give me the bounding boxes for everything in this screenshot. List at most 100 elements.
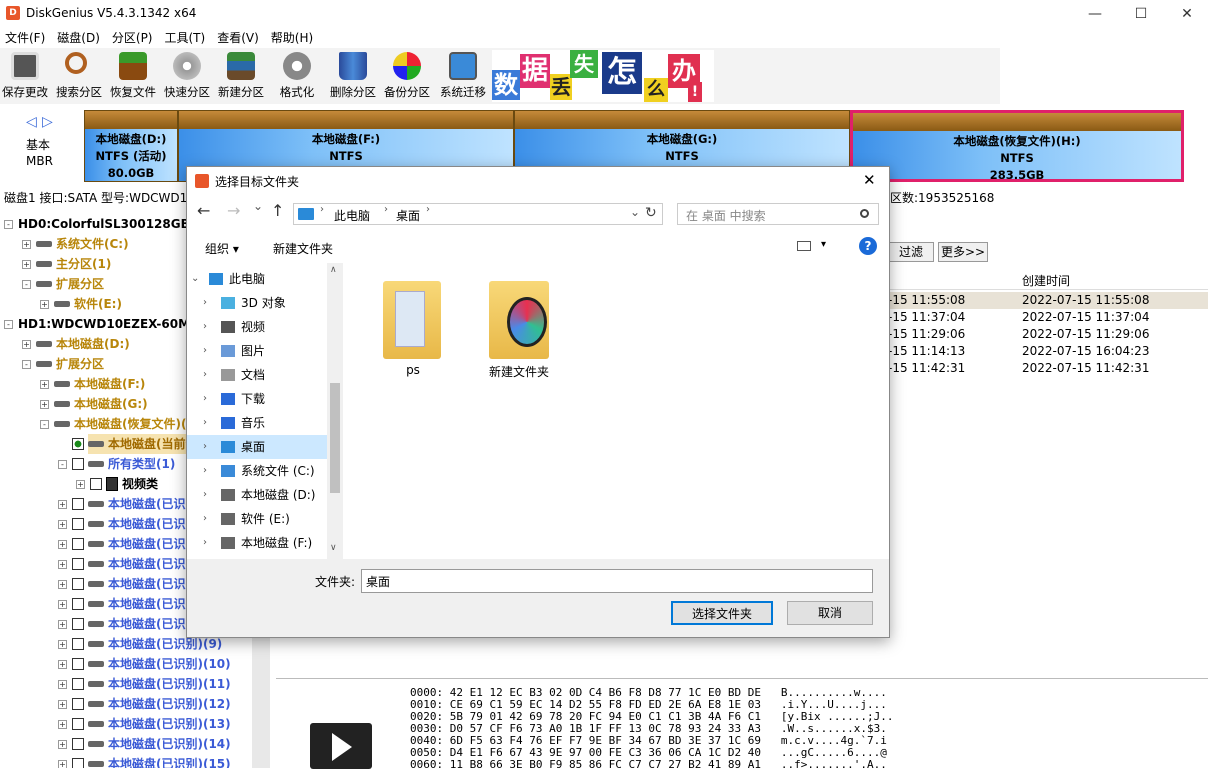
back-icon[interactable]: ← <box>197 201 210 220</box>
nav-item[interactable]: › 软件 (E:) <box>187 507 327 531</box>
expand-icon[interactable]: + <box>40 400 49 409</box>
prev-disk-icon[interactable]: ◁ <box>26 114 37 130</box>
dialog-close-button[interactable]: ✕ <box>863 171 876 189</box>
expand-icon[interactable]: + <box>58 620 67 629</box>
chevron-right-icon[interactable]: › <box>203 507 207 531</box>
expand-icon[interactable]: + <box>58 660 67 669</box>
menu-view[interactable]: 查看(V) <box>212 28 266 48</box>
expand-icon[interactable]: + <box>58 700 67 709</box>
nav-item[interactable]: › 音乐 <box>187 411 327 435</box>
menu-partition[interactable]: 分区(P) <box>107 28 160 48</box>
tree-checkbox[interactable] <box>72 438 84 450</box>
tree-checkbox[interactable] <box>72 738 84 750</box>
expand-icon[interactable]: + <box>22 260 31 269</box>
folder-item[interactable]: ps <box>363 277 463 387</box>
expand-icon[interactable]: + <box>58 520 67 529</box>
tree-checkbox[interactable] <box>72 518 84 530</box>
nav-item[interactable]: › 视频 <box>187 315 327 339</box>
collapse-icon[interactable]: - <box>40 420 49 429</box>
filter-button[interactable]: 过滤 <box>888 242 934 262</box>
nav-scroll-thumb[interactable] <box>330 383 340 493</box>
collapse-icon[interactable]: - <box>4 320 13 329</box>
expand-icon[interactable]: + <box>58 580 67 589</box>
cancel-button[interactable]: 取消 <box>787 601 873 625</box>
tree-checkbox[interactable] <box>72 758 84 768</box>
organize-menu[interactable]: 组织 ▾ <box>205 240 239 257</box>
expand-icon[interactable]: + <box>40 380 49 389</box>
nav-item[interactable]: › 系统文件 (C:) <box>187 459 327 483</box>
close-button[interactable]: ✕ <box>1164 0 1208 28</box>
collapse-icon[interactable]: - <box>22 360 31 369</box>
search-partition-button[interactable]: 搜索分区 <box>54 48 104 102</box>
expand-icon[interactable]: + <box>76 480 85 489</box>
delete-partition-button[interactable]: 删除分区 <box>328 48 378 102</box>
path-desktop[interactable]: 桌面 <box>396 207 420 224</box>
backup-partition-button[interactable]: 备份分区 <box>382 48 432 102</box>
expand-icon[interactable]: + <box>22 240 31 249</box>
expand-icon[interactable]: + <box>58 680 67 689</box>
partition-block-d[interactable]: 本地磁盘(D:) NTFS (活动) 80.0GB <box>84 110 178 182</box>
folder-input[interactable]: 桌面 <box>361 569 873 593</box>
file-row[interactable]: -15 11:42:31 2022-07-15 11:42:31 <box>888 360 1208 377</box>
nav-item[interactable]: › 桌面 <box>187 435 327 459</box>
forward-icon[interactable]: → <box>227 201 240 220</box>
menu-tools[interactable]: 工具(T) <box>160 28 213 48</box>
nav-item[interactable]: ⌄ 此电脑 <box>187 267 327 291</box>
new-folder-button[interactable]: 新建文件夹 <box>273 240 333 257</box>
chevron-right-icon[interactable]: › <box>203 291 207 315</box>
address-dropdown-icon[interactable]: ⌄ <box>630 205 640 219</box>
tree-item[interactable]: + 本地磁盘(已识别)(15) <box>0 754 270 768</box>
tree-checkbox[interactable] <box>72 618 84 630</box>
file-row[interactable]: -15 11:37:04 2022-07-15 11:37:04 <box>888 309 1208 326</box>
tree-checkbox[interactable] <box>72 538 84 550</box>
search-box[interactable]: 在 桌面 中搜索 <box>677 203 879 225</box>
expand-icon[interactable]: + <box>40 300 49 309</box>
tree-checkbox[interactable] <box>72 598 84 610</box>
partition-block-h[interactable]: 本地磁盘(恢复文件)(H:) NTFS 283.5GB <box>850 110 1184 182</box>
tree-item[interactable]: + 本地磁盘(已识别)(13) <box>0 714 270 734</box>
view-options-icon[interactable] <box>797 241 811 251</box>
file-row[interactable]: -15 11:55:08 2022-07-15 11:55:08 <box>888 292 1208 309</box>
address-bar[interactable]: › 此电脑 › 桌面 › ⌄ <box>293 203 663 225</box>
menu-disk[interactable]: 磁盘(D) <box>52 28 107 48</box>
tree-item[interactable]: + 本地磁盘(已识别)(14) <box>0 734 270 754</box>
tree-checkbox[interactable] <box>72 718 84 730</box>
quick-partition-button[interactable]: 快速分区 <box>162 48 212 102</box>
chevron-down-icon[interactable]: ⌄ <box>191 267 199 291</box>
chevron-right-icon[interactable]: › <box>203 363 207 387</box>
promo-banner[interactable]: 数 据 丢 失 怎 么 办 ! <box>492 50 714 102</box>
tree-checkbox[interactable] <box>72 678 84 690</box>
path-this-pc[interactable]: 此电脑 <box>334 207 370 224</box>
chevron-right-icon[interactable]: › <box>203 459 207 483</box>
minimize-button[interactable]: — <box>1072 0 1118 28</box>
tree-checkbox[interactable] <box>90 478 102 490</box>
recover-files-button[interactable]: 恢复文件 <box>108 48 158 102</box>
menu-help[interactable]: 帮助(H) <box>266 28 320 48</box>
file-row[interactable]: -15 11:29:06 2022-07-15 11:29:06 <box>888 326 1208 343</box>
chevron-right-icon[interactable]: › <box>203 387 207 411</box>
collapse-icon[interactable]: - <box>22 280 31 289</box>
chevron-right-icon[interactable]: › <box>203 531 207 555</box>
tree-checkbox[interactable] <box>72 638 84 650</box>
chevron-right-icon[interactable]: › <box>203 315 207 339</box>
menu-file[interactable]: 文件(F) <box>0 28 52 48</box>
recent-dropdown-icon[interactable]: ⌄ <box>253 199 263 213</box>
tree-checkbox[interactable] <box>72 458 84 470</box>
save-changes-button[interactable]: 保存更改 <box>0 48 50 102</box>
chevron-right-icon[interactable]: › <box>203 435 207 459</box>
refresh-icon[interactable]: ↻ <box>645 205 657 221</box>
nav-scrollbar[interactable]: ∧ ∨ <box>327 263 343 559</box>
tree-checkbox[interactable] <box>72 558 84 570</box>
collapse-icon[interactable]: - <box>58 460 67 469</box>
nav-item[interactable]: › 文档 <box>187 363 327 387</box>
help-icon[interactable]: ? <box>859 237 877 255</box>
file-row[interactable]: -15 11:14:13 2022-07-15 16:04:23 <box>888 343 1208 360</box>
system-migration-button[interactable]: 系统迁移 <box>438 48 488 102</box>
format-button[interactable]: 格式化 <box>272 48 322 102</box>
tree-checkbox[interactable] <box>72 658 84 670</box>
chevron-right-icon[interactable]: › <box>203 411 207 435</box>
expand-icon[interactable]: + <box>22 340 31 349</box>
expand-icon[interactable]: + <box>58 640 67 649</box>
select-folder-button[interactable]: 选择文件夹 <box>671 601 773 625</box>
tree-checkbox[interactable] <box>72 578 84 590</box>
